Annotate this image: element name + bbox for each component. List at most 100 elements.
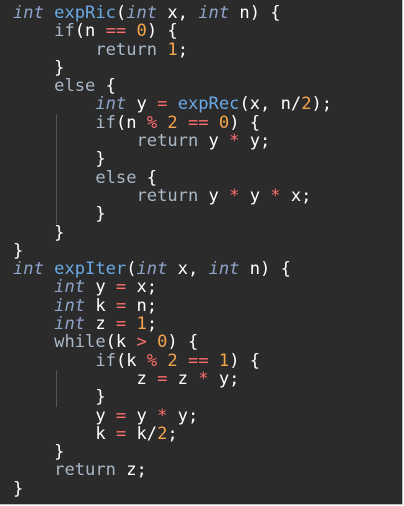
code-token: y xyxy=(198,131,230,152)
indent-guide xyxy=(56,113,58,224)
code-line: return y * y * x; xyxy=(13,187,332,205)
code-token: x; xyxy=(126,277,158,298)
code-line: return z; xyxy=(13,461,332,479)
code-token: z xyxy=(167,368,199,389)
punctuation-token: } xyxy=(13,240,24,261)
code-line: int y = expRec(x, n/2); xyxy=(13,95,332,113)
number-token: 2 xyxy=(167,112,178,133)
punctuation-token: ) { xyxy=(229,350,261,371)
type-token: int xyxy=(136,259,168,280)
code-line: } xyxy=(13,388,332,406)
operator-token: == xyxy=(188,112,209,133)
code-editor[interactable]: int expRic(int x, int n) { if(n == 0) { … xyxy=(0,0,403,505)
number-token: 1 xyxy=(218,350,230,371)
code-line: if(n == 0) { xyxy=(13,22,332,40)
function-name-token: expRec xyxy=(177,94,240,115)
code-token: y; xyxy=(167,405,199,426)
code-token: z xyxy=(13,368,158,389)
operator-token: = xyxy=(157,368,168,389)
keyword-token: if xyxy=(54,21,75,42)
indent-guide xyxy=(56,370,58,407)
function-name-token: expIter xyxy=(54,259,127,280)
keyword-token: else xyxy=(95,167,137,188)
code-token: y xyxy=(85,277,116,298)
code-line: y = y * y; xyxy=(13,405,332,426)
type-token: int xyxy=(95,94,127,115)
code-token: y xyxy=(13,405,116,426)
operator-token: * xyxy=(157,405,168,426)
keyword-token: return xyxy=(54,460,116,481)
code-line: } xyxy=(13,480,332,498)
keyword-token: if xyxy=(95,112,116,133)
code-token: k xyxy=(85,295,116,316)
code-token: n) { xyxy=(239,259,291,280)
operator-token: == xyxy=(188,350,209,371)
code-line: else { xyxy=(13,169,332,187)
punctuation-token: { xyxy=(136,167,158,188)
punctuation-token: } xyxy=(13,222,65,243)
code-token: z; xyxy=(115,460,147,481)
punctuation-token: { xyxy=(95,76,116,97)
code-line: int y = x; xyxy=(13,278,332,296)
code-line: if(k % 2 == 1) { xyxy=(13,350,332,371)
punctuation-token: ( xyxy=(126,259,137,280)
operator-token: == xyxy=(105,21,127,42)
type-token: int xyxy=(198,3,230,23)
code-token: z xyxy=(85,314,116,335)
code-token: y xyxy=(126,405,158,426)
operator-token: * xyxy=(198,368,209,389)
code-token: y xyxy=(126,94,158,115)
type-token: int xyxy=(54,295,86,316)
operator-token: = xyxy=(115,314,127,335)
number-token: 1 xyxy=(136,314,147,335)
punctuation-token: ( xyxy=(115,3,127,23)
punctuation-token: ) { xyxy=(229,112,261,133)
operator-token: % xyxy=(146,350,158,371)
operator-token: = xyxy=(115,295,127,316)
punctuation-token: ) { xyxy=(167,332,199,353)
code-token: n) { xyxy=(229,3,281,23)
code-token: k xyxy=(13,423,116,444)
operator-token: = xyxy=(115,423,127,444)
punctuation-token: (x, n/ xyxy=(239,94,302,115)
punctuation-token: (n xyxy=(74,21,106,42)
operator-token: * xyxy=(229,131,240,152)
code-line: while(k > 0) { xyxy=(13,333,332,351)
code-line: return 1; xyxy=(13,40,332,60)
number-token: 2 xyxy=(167,350,178,371)
code-line: } xyxy=(13,205,332,223)
type-token: int xyxy=(13,3,44,23)
code-line: k = k/2; xyxy=(13,425,332,443)
type-token: int xyxy=(54,277,86,298)
punctuation-token: } xyxy=(13,442,65,463)
code-line: return y * y; xyxy=(13,132,332,150)
code-line: } xyxy=(13,242,332,260)
punctuation-token: } xyxy=(13,478,24,499)
operator-token: = xyxy=(115,277,127,298)
keyword-token: return xyxy=(136,131,199,152)
punctuation-token: } xyxy=(13,204,106,225)
punctuation-token: ; xyxy=(146,314,158,335)
punctuation-token: } xyxy=(13,387,106,408)
punctuation-token: ; xyxy=(167,423,178,444)
type-token: int xyxy=(126,3,158,23)
code-block[interactable]: int expRic(int x, int n) { if(n == 0) { … xyxy=(13,4,332,498)
